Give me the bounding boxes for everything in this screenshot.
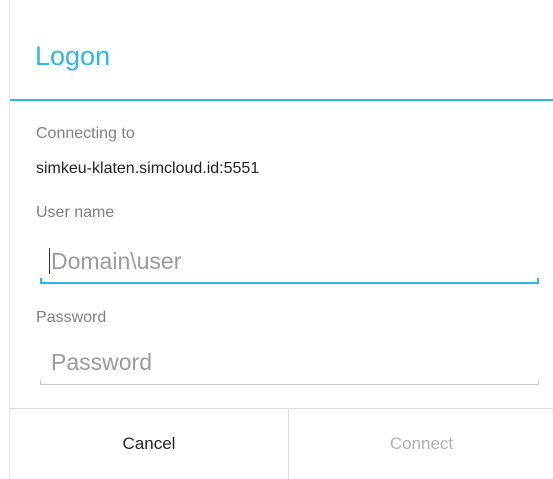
connection-host: simkeu-klaten.simcloud.id:5551	[36, 160, 260, 177]
title-divider	[10, 99, 553, 101]
username-input[interactable]: Domain\user	[40, 240, 539, 284]
logon-dialog: Logon Connecting to simkeu-klaten.simclo…	[9, 0, 553, 479]
password-underline	[40, 384, 539, 385]
connect-button[interactable]: Connect	[289, 409, 553, 479]
connecting-to-label: Connecting to	[36, 125, 135, 142]
username-underline-tick-left	[40, 278, 42, 284]
username-underline	[40, 282, 539, 284]
password-label: Password	[36, 309, 107, 326]
password-underline-tick-right	[538, 380, 539, 385]
text-cursor	[49, 248, 50, 274]
password-placeholder: Password	[51, 349, 152, 375]
username-placeholder: Domain\user	[51, 248, 182, 274]
password-input[interactable]: Password	[40, 341, 539, 385]
password-underline-tick-left	[40, 380, 41, 385]
cancel-button[interactable]: Cancel	[10, 409, 288, 479]
dialog-title: Logon	[35, 41, 111, 71]
username-label: User name	[36, 204, 115, 221]
username-underline-tick-right	[537, 278, 539, 284]
